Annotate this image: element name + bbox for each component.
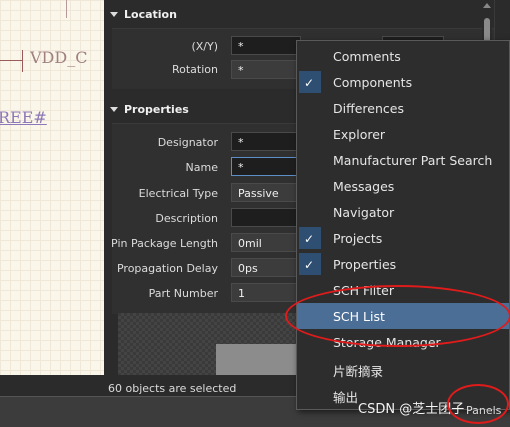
- menu-item-manufacturer-part-search[interactable]: Manufacturer Part Search: [297, 147, 509, 173]
- properties-section-header[interactable]: Properties: [110, 101, 189, 119]
- rotation-field[interactable]: *: [231, 60, 301, 79]
- menu-item-messages[interactable]: Messages: [297, 173, 509, 199]
- pin-tick: [22, 50, 23, 72]
- properties-title: Properties: [124, 103, 189, 116]
- net-label-vdd: VDD_C: [30, 48, 88, 67]
- collapse-triangle-icon: [110, 11, 118, 17]
- menu-item-label: 输出: [333, 390, 359, 405]
- check-column: [299, 357, 321, 379]
- menu-item-navigator[interactable]: Navigator: [297, 199, 509, 225]
- wire: [66, 0, 67, 18]
- pin-package-length-label: Pin Package Length: [111, 237, 218, 250]
- location-section-header[interactable]: Location: [110, 6, 177, 24]
- selection-status: 60 objects are selected: [108, 382, 237, 395]
- net-label-ree: REE#: [0, 108, 47, 127]
- pin-wire: [0, 60, 22, 61]
- menu-item-label: Differences: [333, 101, 404, 116]
- annotation-ellipse-panels: [447, 384, 509, 424]
- status-bar-left: [0, 375, 104, 396]
- description-label: Description: [155, 212, 218, 225]
- electrical-type-select[interactable]: Passive: [231, 183, 301, 202]
- menu-item-label: Comments: [333, 49, 401, 64]
- check-column: ✓: [299, 227, 321, 249]
- menu-item-differences[interactable]: Differences: [297, 95, 509, 121]
- menu-item-label: 片断摘录: [333, 364, 384, 379]
- location-xy-label: (X/Y): [191, 40, 218, 53]
- part-number-field[interactable]: 1: [231, 283, 301, 302]
- menu-item-label: Projects: [333, 231, 383, 246]
- check-column: [299, 149, 321, 171]
- collapse-triangle-icon: [110, 106, 118, 112]
- part-number-label: Part Number: [148, 287, 218, 300]
- rotation-label: Rotation: [171, 63, 218, 76]
- check-column: [299, 97, 321, 119]
- menu-item-label: Manufacturer Part Search: [333, 153, 493, 168]
- menu-item-label: Messages: [333, 179, 395, 194]
- location-title: Location: [124, 8, 177, 21]
- name-field[interactable]: *: [231, 157, 301, 176]
- preview-block: [216, 344, 302, 375]
- location-xy-field[interactable]: *: [231, 36, 301, 55]
- check-column: ✓: [299, 71, 321, 93]
- menu-item-projects[interactable]: ✓ Projects: [297, 225, 509, 251]
- menu-item-components[interactable]: ✓ Components: [297, 69, 509, 95]
- checkmark-icon: ✓: [304, 258, 315, 272]
- schematic-canvas[interactable]: VDD_C REE#: [0, 0, 104, 375]
- check-column: [299, 175, 321, 197]
- menu-item-label: Properties: [333, 257, 397, 272]
- electrical-type-label: Electrical Type: [138, 187, 218, 200]
- check-column: [299, 123, 321, 145]
- checkmark-icon: ✓: [304, 232, 315, 246]
- checkmark-icon: ✓: [304, 76, 315, 90]
- check-column: [299, 45, 321, 67]
- pin-package-length-field[interactable]: 0mil: [231, 233, 301, 252]
- menu-item-properties[interactable]: ✓ Properties: [297, 251, 509, 277]
- propagation-delay-label: Propagation Delay: [116, 262, 218, 275]
- menu-item-comments[interactable]: Comments: [297, 43, 509, 69]
- menu-item-snippets[interactable]: 片断摘录: [297, 355, 509, 381]
- panels-context-menu: Comments ✓ Components Differences Explor…: [296, 40, 510, 410]
- description-field[interactable]: [231, 208, 301, 227]
- menu-item-label: Components: [333, 75, 413, 90]
- check-column: [299, 383, 321, 405]
- annotation-ellipse-sch-list: [285, 285, 510, 347]
- menu-item-explorer[interactable]: Explorer: [297, 121, 509, 147]
- name-label: Name: [185, 161, 218, 174]
- designator-label: Designator: [157, 136, 218, 149]
- check-column: ✓: [299, 253, 321, 275]
- menu-item-label: Navigator: [333, 205, 395, 220]
- menu-item-label: Explorer: [333, 127, 386, 142]
- check-column: [299, 201, 321, 223]
- designator-field[interactable]: *: [231, 132, 301, 151]
- scroll-up-icon[interactable]: [483, 3, 491, 8]
- propagation-delay-field[interactable]: 0ps: [231, 258, 301, 277]
